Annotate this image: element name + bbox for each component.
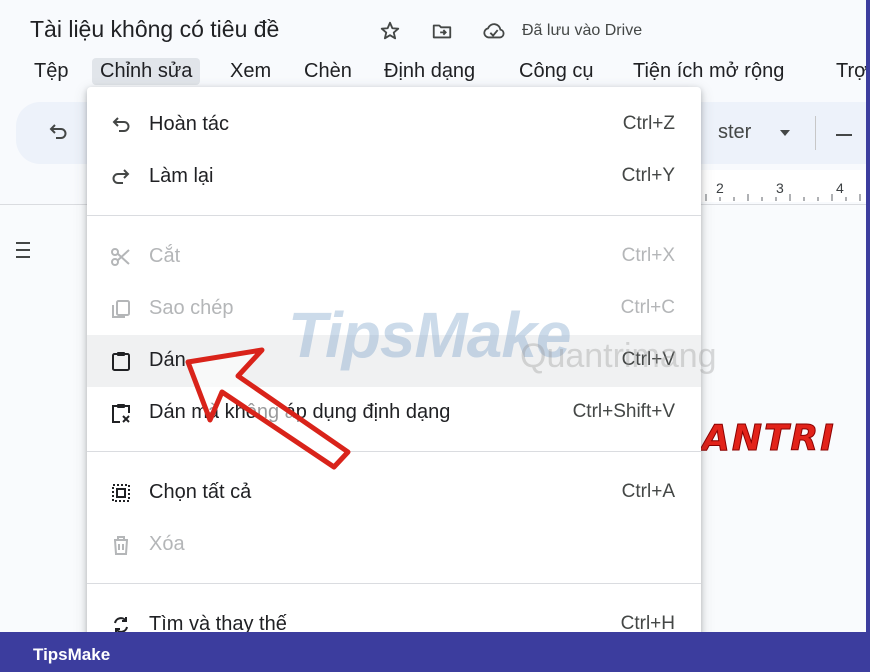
menu-divider: [87, 583, 701, 584]
cloud-saved-icon[interactable]: [482, 19, 506, 43]
menu-item-shortcut: Ctrl+C: [620, 297, 675, 318]
undo-icon: [109, 113, 133, 137]
menu-item-label: Làm lại: [149, 165, 214, 187]
ruler-number: 4: [836, 180, 844, 196]
menu-item-undo[interactable]: Hoàn tác Ctrl+Z: [87, 99, 701, 151]
menu-divider: [87, 215, 701, 216]
frame-border: [866, 0, 870, 672]
menu-item-delete[interactable]: Xóa: [87, 519, 701, 571]
menu-tools[interactable]: Công cụ: [511, 58, 602, 85]
move-folder-icon[interactable]: [430, 19, 454, 43]
menu-item-shortcut: Ctrl+Y: [621, 165, 675, 186]
footer-bar: TipsMake: [0, 632, 870, 672]
chevron-down-icon[interactable]: [780, 130, 790, 136]
document-outline-icon[interactable]: [16, 242, 34, 262]
document-title[interactable]: Tài liệu không có tiêu đề: [30, 16, 279, 43]
select-all-icon: [109, 481, 133, 505]
document-red-text[interactable]: ANTRI: [702, 418, 836, 460]
menu-format[interactable]: Định dạng: [376, 58, 483, 85]
footer-brand: TipsMake: [33, 645, 111, 664]
google-docs-window: Tài liệu không có tiêu đề Đã lưu vào Dri…: [0, 0, 870, 672]
menu-insert[interactable]: Chèn: [296, 58, 360, 85]
menu-item-shortcut: Ctrl+Shift+V: [572, 401, 675, 422]
scissors-icon: [109, 245, 133, 269]
menu-item-select-all[interactable]: Chọn tất cả Ctrl+A: [87, 467, 701, 519]
menu-item-label: Xóa: [149, 533, 185, 555]
ruler-scale[interactable]: 2 3 4: [700, 170, 866, 202]
menu-item-label: Chọn tất cả: [149, 481, 252, 503]
menu-item-label: Cắt: [149, 245, 181, 267]
ruler-number: 2: [716, 180, 724, 196]
paste-plain-icon: [109, 401, 133, 425]
menu-divider: [87, 451, 701, 452]
ruler-number: 3: [776, 180, 784, 196]
undo-icon[interactable]: [46, 120, 70, 144]
copy-icon: [109, 297, 133, 321]
menu-item-label: Hoàn tác: [149, 113, 230, 135]
menu-item-shortcut: Ctrl+X: [621, 245, 675, 266]
redo-icon: [109, 165, 133, 189]
menu-item-cut[interactable]: Cắt Ctrl+X: [87, 231, 701, 283]
menu-item-shortcut: Ctrl+Z: [622, 113, 675, 134]
menu-help[interactable]: Trợ: [828, 58, 870, 85]
clipboard-icon: [109, 349, 133, 373]
menu-item-shortcut: Ctrl+A: [621, 481, 675, 502]
menu-item-label: Dán: [149, 349, 186, 371]
trash-icon: [109, 533, 133, 557]
menu-bar: Tệp Chỉnh sửa Xem Chèn Định dạng Công cụ…: [0, 52, 867, 88]
title-bar: Tài liệu không có tiêu đề Đã lưu vào Dri…: [0, 0, 866, 56]
font-name[interactable]: ster: [718, 121, 751, 144]
decrease-font-size-icon[interactable]: [836, 134, 852, 136]
saved-status[interactable]: Đã lưu vào Drive: [522, 22, 642, 40]
menu-edit[interactable]: Chỉnh sửa: [92, 58, 201, 85]
menu-view[interactable]: Xem: [222, 58, 279, 85]
menu-item-label: Sao chép: [149, 297, 234, 319]
menu-extensions[interactable]: Tiện ích mở rộng: [625, 58, 792, 85]
watermark-sub: Quantrimang: [520, 337, 717, 375]
star-icon[interactable]: [378, 19, 402, 43]
menu-item-label: Dán mà không áp dụng định dạng: [149, 401, 451, 423]
menu-file[interactable]: Tệp: [26, 58, 76, 85]
menu-item-paste-without-formatting[interactable]: Dán mà không áp dụng định dạng Ctrl+Shif…: [87, 387, 701, 439]
menu-item-redo[interactable]: Làm lại Ctrl+Y: [87, 151, 701, 203]
toolbar-divider: [815, 116, 816, 150]
